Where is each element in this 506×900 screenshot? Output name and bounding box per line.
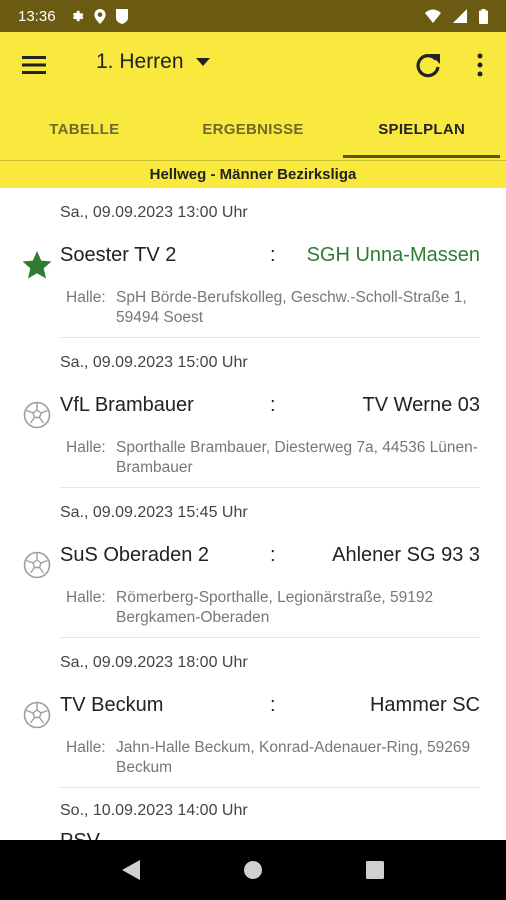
match-date: Sa., 09.09.2023 18:00 Uhr [60, 654, 248, 671]
more-vert-icon[interactable] [470, 51, 490, 79]
match-date: Sa., 09.09.2023 15:00 Uhr [60, 354, 248, 371]
match-row[interactable]: Sa., 09.09.2023 13:00 Uhr Soester TV 2 :… [22, 188, 480, 338]
match-date: Sa., 09.09.2023 13:00 Uhr [60, 204, 248, 221]
wifi-icon [425, 9, 441, 23]
home-team: TV Beckum [60, 694, 164, 716]
location-icon [93, 8, 106, 24]
match-row[interactable]: So., 10.09.2023 14:00 Uhr PSV [60, 788, 506, 840]
venue: Halle: Römerberg-Sporthalle, Legionärstr… [66, 588, 486, 628]
venue-address: Römerberg-Sporthalle, Legionärstraße, 59… [116, 589, 434, 626]
venue: Halle: Jahn-Halle Beckum, Konrad-Adenaue… [66, 738, 486, 778]
status-bar: 13:36 [0, 0, 506, 32]
menu-icon[interactable] [22, 53, 48, 77]
score-separator: : [270, 694, 276, 716]
score-separator: : [270, 544, 276, 566]
tab-ergebnisse[interactable]: ERGEBNISSE [169, 98, 338, 160]
caret-down-icon [195, 58, 210, 66]
venue-label: Halle: [66, 439, 106, 456]
score-separator: : [270, 394, 276, 416]
ball-icon [23, 551, 51, 579]
app-bar: 1. Herren [0, 32, 506, 98]
venue-label: Halle: [66, 289, 106, 306]
home-team: SuS Oberaden 2 [60, 544, 209, 566]
refresh-icon[interactable] [413, 50, 443, 80]
score-separator: : [270, 244, 276, 266]
match-row[interactable]: Sa., 09.09.2023 15:00 Uhr VfL Brambauer … [23, 338, 480, 488]
back-icon[interactable] [121, 860, 140, 880]
home-team: Soester TV 2 [60, 244, 177, 266]
system-nav-bar [0, 840, 506, 900]
match-list[interactable]: Sa., 09.09.2023 13:00 Uhr Soester TV 2 :… [0, 188, 506, 840]
venue-address: Sporthalle Brambauer, Diesterweg 7a, 445… [116, 439, 478, 476]
away-team: Hammer SC [369, 694, 480, 716]
venue-address: Jahn-Halle Beckum, Konrad-Adenauer-Ring,… [116, 739, 471, 776]
team-title: 1. Herren [96, 50, 184, 73]
match-date: So., 10.09.2023 14:00 Uhr [60, 802, 248, 819]
venue-label: Halle: [66, 589, 106, 606]
home-team: PSV [60, 830, 100, 840]
venue: Halle: SpH Börde-Berufskolleg, Geschw.-S… [66, 288, 486, 328]
ball-icon [23, 701, 51, 729]
home-icon[interactable] [243, 860, 263, 880]
venue-address: SpH Börde-Berufskolleg, Geschw.-Scholl-S… [116, 289, 467, 326]
battery-icon [479, 8, 488, 24]
team-selector[interactable]: 1. Herren [96, 50, 210, 74]
star-icon [22, 251, 52, 279]
tab-bar: TABELLE ERGEBNISSE SPIELPLAN [0, 98, 506, 160]
away-team: TV Werne 03 [362, 394, 480, 416]
signal-icon [453, 9, 467, 23]
ball-icon [23, 401, 51, 429]
away-team: SGH Unna-Massen [306, 244, 480, 266]
away-team: Ahlener SG 93 3 [332, 544, 480, 566]
home-team: VfL Brambauer [60, 394, 194, 416]
status-time: 13:36 [18, 7, 56, 25]
shield-icon [115, 8, 128, 24]
recents-icon[interactable] [366, 861, 385, 879]
match-date: Sa., 09.09.2023 15:45 Uhr [60, 504, 248, 521]
venue-label: Halle: [66, 739, 106, 756]
match-row[interactable]: Sa., 09.09.2023 15:45 Uhr SuS Oberaden 2… [23, 488, 480, 638]
tab-spielplan[interactable]: SPIELPLAN [337, 98, 506, 160]
league-header: Hellweg - Männer Bezirksliga [0, 160, 506, 188]
tab-tabelle[interactable]: TABELLE [0, 98, 169, 160]
venue: Halle: Sporthalle Brambauer, Diesterweg … [66, 438, 486, 478]
match-row[interactable]: Sa., 09.09.2023 18:00 Uhr TV Beckum : Ha… [23, 638, 480, 788]
settings-icon [72, 10, 83, 22]
